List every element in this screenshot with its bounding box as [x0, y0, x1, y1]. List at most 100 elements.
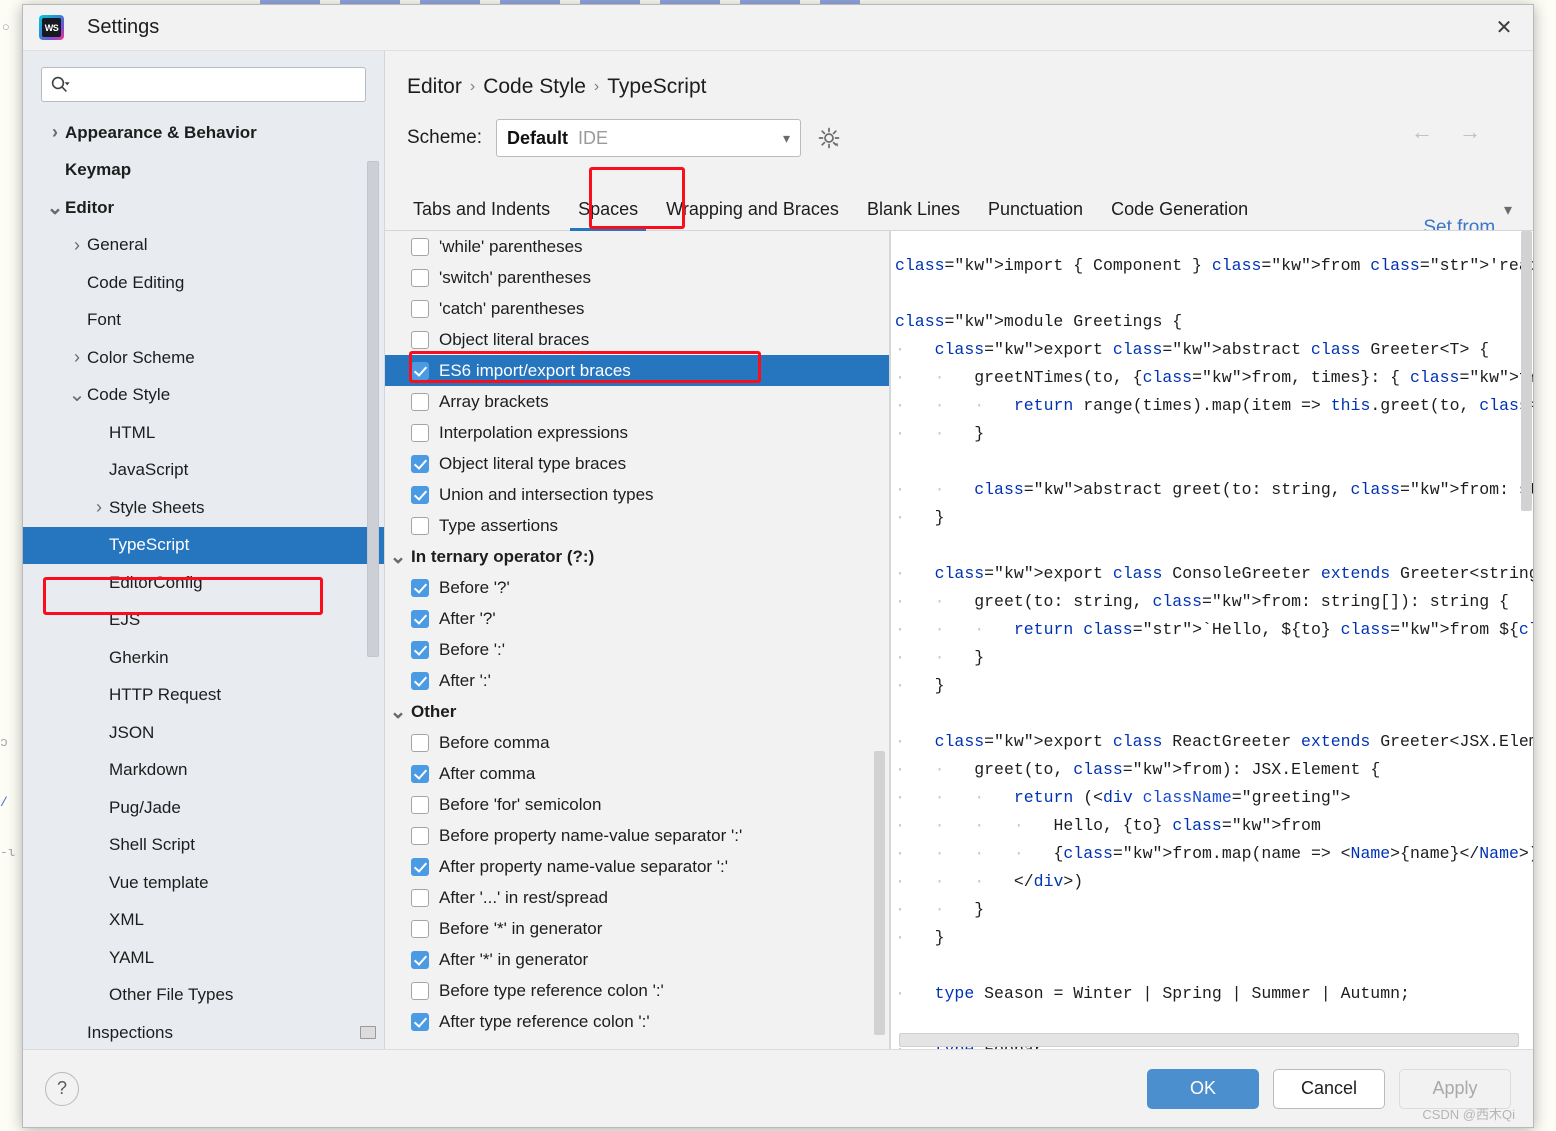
- breadcrumb-item-code-style[interactable]: Code Style: [483, 75, 586, 99]
- sidebar-item-general[interactable]: › General: [23, 227, 384, 265]
- sidebar-item-code-editing[interactable]: Code Editing: [23, 264, 384, 302]
- checkbox-array-brackets[interactable]: [411, 392, 429, 411]
- checkbox-object-literal-type-braces[interactable]: [411, 454, 429, 473]
- help-button[interactable]: ?: [45, 1071, 79, 1106]
- option-type-assertions[interactable]: Type assertions: [385, 510, 889, 541]
- option-after-property-name-value-separator[interactable]: After property name-value separator ':': [385, 851, 889, 882]
- option-interpolation-expressions[interactable]: Interpolation expressions: [385, 417, 889, 448]
- sidebar-item-shell-script[interactable]: Shell Script: [23, 827, 384, 865]
- option-before-in-generator[interactable]: Before '*' in generator: [385, 913, 889, 944]
- option-array-brackets[interactable]: Array brackets: [385, 386, 889, 417]
- breadcrumb-item-editor[interactable]: Editor: [407, 75, 462, 99]
- option-after[interactable]: After ':': [385, 665, 889, 696]
- sidebar-scrollbar[interactable]: [367, 161, 379, 657]
- option-before-comma[interactable]: Before comma: [385, 727, 889, 758]
- chevron-right-icon[interactable]: ›: [45, 122, 65, 143]
- checkbox-catch-parentheses[interactable]: [411, 299, 429, 318]
- sidebar-item-color-scheme[interactable]: › Color Scheme: [23, 339, 384, 377]
- chevron-right-icon[interactable]: ›: [67, 347, 87, 368]
- tab-code-generation[interactable]: Code Generation: [1097, 189, 1262, 230]
- chevron-down-icon[interactable]: ⌄: [385, 547, 411, 567]
- option-group-other[interactable]: ⌄ Other: [385, 696, 889, 727]
- sidebar-item-gherkin[interactable]: Gherkin: [23, 639, 384, 677]
- sidebar-item-appearance-behavior[interactable]: › Appearance & Behavior: [23, 114, 384, 152]
- checkbox-after-comma[interactable]: [411, 764, 429, 783]
- checkbox-after-type-reference-colon[interactable]: [411, 1012, 429, 1031]
- arrow-left-icon[interactable]: ←: [1411, 121, 1433, 143]
- option-union-and-intersection-types[interactable]: Union and intersection types: [385, 479, 889, 510]
- option-es6-import-export-braces[interactable]: ES6 import/export braces: [385, 355, 889, 387]
- sidebar-item-yaml[interactable]: YAML: [23, 939, 384, 977]
- checkbox-type-assertions[interactable]: [411, 516, 429, 535]
- option-object-literal-type-braces[interactable]: Object literal type braces: [385, 448, 889, 479]
- checkbox-es6-import-export-braces[interactable]: [411, 361, 429, 380]
- option-before[interactable]: Before ':': [385, 634, 889, 665]
- option-after-type-reference-colon[interactable]: After type reference colon ':': [385, 1006, 889, 1037]
- options-scrollbar[interactable]: [874, 751, 885, 1036]
- sidebar-item-pug-jade[interactable]: Pug/Jade: [23, 789, 384, 827]
- chevron-down-icon[interactable]: ⌄: [67, 385, 87, 405]
- checkbox-interpolation-expressions[interactable]: [411, 423, 429, 442]
- sidebar-item-code-style[interactable]: ⌄ Code Style: [23, 377, 384, 415]
- sidebar-item-keymap[interactable]: Keymap: [23, 152, 384, 190]
- option-while-parentheses[interactable]: 'while' parentheses: [385, 231, 889, 262]
- tab-blank-lines[interactable]: Blank Lines: [853, 189, 974, 230]
- checkbox-while-parentheses[interactable]: [411, 237, 429, 256]
- breadcrumb-item-typescript[interactable]: TypeScript: [607, 75, 706, 99]
- option-catch-parentheses[interactable]: 'catch' parentheses: [385, 293, 889, 324]
- sidebar-item-vue-template[interactable]: Vue template: [23, 864, 384, 902]
- sidebar-item-html[interactable]: HTML: [23, 414, 384, 452]
- arrow-right-icon[interactable]: →: [1459, 121, 1481, 143]
- sidebar-item-editor[interactable]: ⌄ Editor: [23, 189, 384, 227]
- preview-vertical-scrollbar[interactable]: [1521, 231, 1532, 512]
- tab-punctuation[interactable]: Punctuation: [974, 189, 1097, 230]
- checkbox-object-literal-braces[interactable]: [411, 330, 429, 349]
- checkbox-before-property-name-value-separator[interactable]: [411, 826, 429, 845]
- sidebar-item-editorconfig[interactable]: EditorConfig: [23, 564, 384, 602]
- sidebar-item-font[interactable]: Font: [23, 302, 384, 340]
- checkbox-after[interactable]: [411, 609, 429, 628]
- sidebar-item-json[interactable]: JSON: [23, 714, 384, 752]
- sidebar-item-xml[interactable]: XML: [23, 902, 384, 940]
- option-before-type-reference-colon[interactable]: Before type reference colon ':': [385, 975, 889, 1006]
- sidebar-item-http-request[interactable]: HTTP Request: [23, 677, 384, 715]
- checkbox-after-in-rest-spread[interactable]: [411, 888, 429, 907]
- option-after-in-rest-spread[interactable]: After '...' in rest/spread: [385, 882, 889, 913]
- option-after-comma[interactable]: After comma: [385, 758, 889, 789]
- checkbox-before-in-generator[interactable]: [411, 919, 429, 938]
- preview-horizontal-scrollbar[interactable]: [899, 1033, 1519, 1047]
- chevron-down-icon[interactable]: ⌄: [385, 702, 411, 722]
- cancel-button[interactable]: Cancel: [1273, 1068, 1385, 1109]
- tab-tabs-and-indents[interactable]: Tabs and Indents: [399, 189, 564, 230]
- chevron-down-icon[interactable]: ⌄: [45, 198, 65, 218]
- search-input[interactable]: [76, 75, 357, 94]
- checkbox-switch-parentheses[interactable]: [411, 268, 429, 287]
- sidebar-item-style-sheets[interactable]: › Style Sheets: [23, 489, 384, 527]
- checkbox-before[interactable]: [411, 640, 429, 659]
- checkbox-before-type-reference-colon[interactable]: [411, 981, 429, 1000]
- sidebar-item-typescript[interactable]: TypeScript: [23, 526, 384, 564]
- sidebar-item-inspections[interactable]: Inspections: [23, 1014, 384, 1049]
- chevron-right-icon[interactable]: ›: [89, 497, 109, 518]
- option-before[interactable]: Before '?': [385, 572, 889, 603]
- option-object-literal-braces[interactable]: Object literal braces: [385, 324, 889, 355]
- checkbox-after-property-name-value-separator[interactable]: [411, 857, 429, 876]
- tab-spaces[interactable]: Spaces: [564, 189, 652, 232]
- sidebar-item-ejs[interactable]: EJS: [23, 602, 384, 640]
- checkbox-union-and-intersection-types[interactable]: [411, 485, 429, 504]
- ok-button[interactable]: OK: [1147, 1068, 1259, 1109]
- checkbox-after-in-generator[interactable]: [411, 950, 429, 969]
- option-after-in-generator[interactable]: After '*' in generator: [385, 944, 889, 975]
- checkbox-after[interactable]: [411, 671, 429, 690]
- search-field[interactable]: [41, 67, 366, 102]
- chevron-right-icon[interactable]: ›: [67, 235, 87, 256]
- option-before-property-name-value-separator[interactable]: Before property name-value separator ':': [385, 820, 889, 851]
- option-after[interactable]: After '?': [385, 603, 889, 634]
- sidebar-item-markdown[interactable]: Markdown: [23, 752, 384, 790]
- tab-wrapping-and-braces[interactable]: Wrapping and Braces: [652, 189, 853, 230]
- option-group-in-ternary-operator[interactable]: ⌄ In ternary operator (?:): [385, 541, 889, 572]
- checkbox-before-comma[interactable]: [411, 733, 429, 752]
- scheme-dropdown[interactable]: Default IDE ▾: [495, 119, 801, 157]
- option-switch-parentheses[interactable]: 'switch' parentheses: [385, 262, 889, 293]
- close-icon[interactable]: ✕: [1487, 11, 1521, 45]
